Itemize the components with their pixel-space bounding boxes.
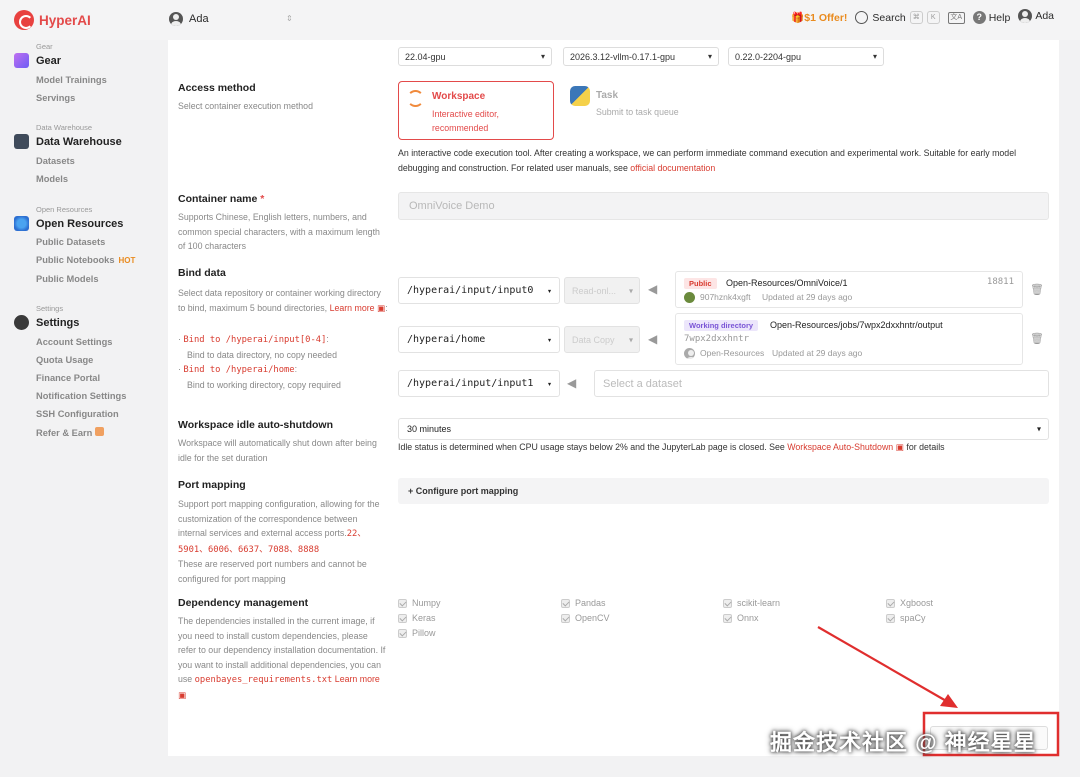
annotation-arrowhead	[940, 694, 958, 708]
watermark: 掘金技术社区 @ 神经星星	[770, 730, 1037, 755]
annotation-arrow	[817, 626, 949, 703]
annotation-overlay	[817, 626, 1060, 757]
